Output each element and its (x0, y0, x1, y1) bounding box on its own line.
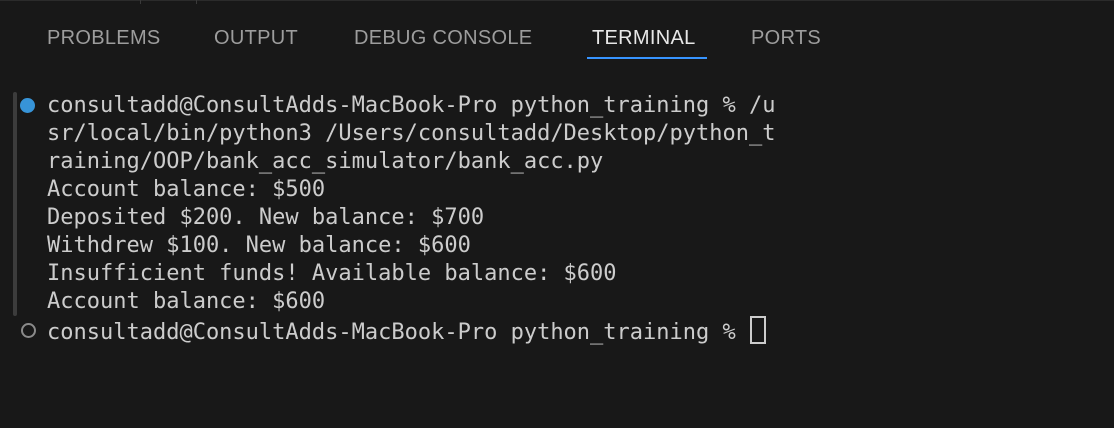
command-success-decoration-icon[interactable] (20, 98, 35, 113)
tab-problems[interactable]: PROBLEMS (47, 26, 161, 50)
terminal-line: raining/OOP/bank_acc_simulator/bank_acc.… (47, 149, 604, 174)
terminal-line: Account balance: $500 (47, 177, 326, 202)
terminal-panel: PROBLEMS OUTPUT DEBUG CONSOLE TERMINAL P… (0, 0, 1114, 428)
command-group-bar (13, 92, 17, 316)
command-pending-decoration-icon[interactable] (21, 323, 36, 338)
terminal-prompt: consultadd@ConsultAdds-MacBook-Pro pytho… (47, 320, 749, 345)
terminal-line: sr/local/bin/python3 /Users/consultadd/D… (47, 121, 776, 146)
active-tab-indicator (587, 57, 707, 59)
terminal-prompt-line[interactable]: consultadd@ConsultAdds-MacBook-Pro pytho… (47, 316, 766, 345)
terminal-line: Withdrew $100. New balance: $600 (47, 233, 471, 258)
terminal-line: consultadd@ConsultAdds-MacBook-Pro pytho… (47, 93, 776, 118)
tab-debug-console[interactable]: DEBUG CONSOLE (354, 26, 532, 50)
terminal-line: Deposited $200. New balance: $700 (47, 205, 485, 230)
terminal-line: Account balance: $600 (47, 289, 326, 314)
terminal-cursor (750, 316, 766, 344)
terminal-output[interactable]: consultadd@ConsultAdds-MacBook-Pro pytho… (0, 92, 1114, 392)
tab-ports[interactable]: PORTS (751, 26, 821, 50)
tab-terminal[interactable]: TERMINAL (592, 26, 696, 50)
panel-tab-bar: PROBLEMS OUTPUT DEBUG CONSOLE TERMINAL P… (0, 0, 1114, 64)
terminal-line: Insufficient funds! Available balance: $… (47, 261, 617, 286)
tab-output[interactable]: OUTPUT (214, 26, 298, 50)
